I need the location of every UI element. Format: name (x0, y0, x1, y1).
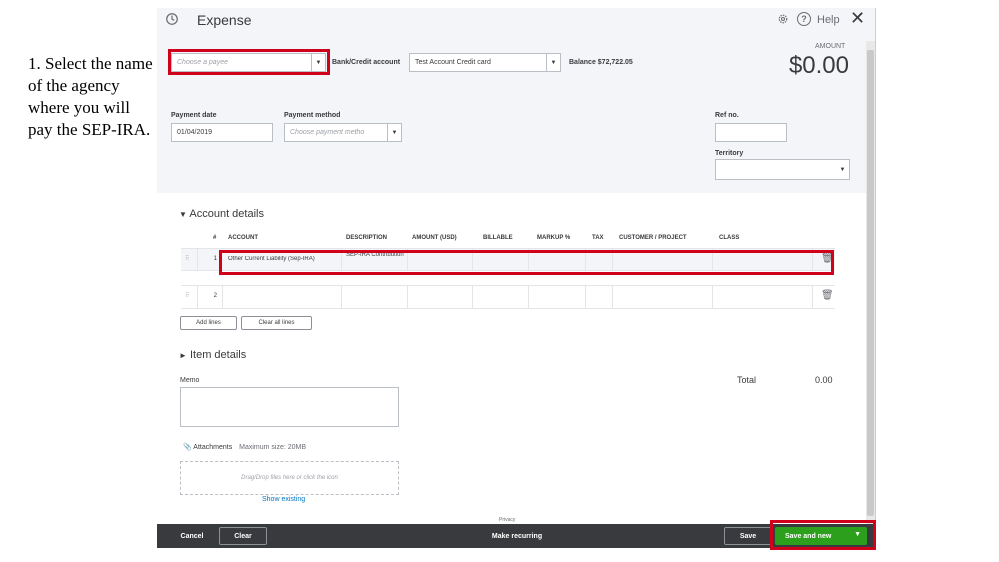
add-lines-button[interactable]: Add lines (180, 316, 237, 330)
ref-no-input[interactable] (715, 123, 787, 142)
trash-icon[interactable]: 🗑 (821, 290, 834, 301)
privacy-link[interactable]: Privacy (499, 517, 515, 523)
highlight-payee (168, 49, 330, 75)
payment-method-select[interactable]: Choose payment metho ▼ (284, 123, 402, 142)
chevron-down-icon[interactable]: ▼ (546, 54, 560, 71)
help-label[interactable]: Help (817, 14, 840, 26)
col-header-class: CLASS (719, 235, 740, 241)
col-header-account: ACCOUNT (228, 235, 258, 241)
account-details-title: Account details (189, 208, 264, 220)
dropzone-hint: Drag/Drop files here or click the icon (241, 475, 338, 481)
row-number: 2 (213, 293, 217, 299)
chevron-down-icon[interactable]: ▼ (387, 124, 401, 141)
highlight-row-1 (219, 250, 834, 275)
paperclip-icon[interactable]: 📎 (183, 444, 192, 451)
amount-label: AMOUNT (815, 43, 846, 50)
territory-label: Territory (715, 150, 744, 157)
chevron-down-icon[interactable]: ▼ (836, 160, 849, 179)
save-button[interactable]: Save (724, 527, 772, 545)
memo-textarea[interactable] (180, 387, 399, 427)
attachments-max-size: Maximum size: 20MB (239, 444, 307, 451)
col-header-amount: AMOUNT (USD) (412, 235, 457, 241)
bank-account-label: Bank/Credit account (332, 59, 401, 66)
col-header-description: DESCRIPTION (346, 235, 388, 241)
col-header-num: # (213, 235, 217, 241)
clear-button[interactable]: Clear (219, 527, 267, 545)
highlight-save-and-new (770, 520, 876, 550)
payment-date-value: 01/04/2019 (177, 129, 213, 136)
form-body: ▼ Account details # ACCOUNT DESCRIPTION … (157, 193, 866, 524)
caret-down-icon: ▼ (179, 210, 187, 219)
bank-account-value: Test Account Credit card (415, 59, 491, 66)
attachments-dropzone[interactable]: Drag/Drop files here or click the icon (180, 461, 399, 495)
payment-method-label: Payment method (284, 112, 341, 119)
payment-date-input[interactable]: 01/04/2019 (171, 123, 273, 142)
attachments-label: Attachments (193, 444, 233, 451)
clear-all-lines-button[interactable]: Clear all lines (241, 316, 312, 330)
total-label: Total (737, 375, 757, 385)
close-icon[interactable]: ✕ (850, 8, 865, 29)
bank-account-select[interactable]: Test Account Credit card ▼ (409, 53, 561, 72)
col-header-markup: MARKUP % (537, 235, 571, 241)
table-row[interactable]: ⠿ 2 🗑 (181, 285, 835, 309)
caret-right-icon: ► (179, 351, 187, 360)
show-existing-link[interactable]: Show existing (262, 496, 305, 503)
item-details-toggle[interactable]: ► Item details (179, 349, 246, 361)
footer-bar: Cancel Clear Make recurring Save Save an… (157, 524, 875, 548)
attachments-header: 📎 Attachments Maximum size: 20MB (183, 443, 306, 451)
col-header-tax: TAX (592, 235, 604, 241)
settings-gear-icon[interactable] (777, 13, 789, 25)
amount-value: $0.00 (788, 52, 849, 79)
balance-text: Balance $72,722.05 (569, 59, 633, 66)
memo-label: Memo (180, 377, 200, 384)
payment-method-placeholder: Choose payment metho (290, 129, 365, 136)
scrollbar-thumb[interactable] (867, 50, 874, 516)
recent-transactions-icon[interactable] (165, 12, 179, 26)
territory-select[interactable]: ▼ (715, 159, 850, 180)
expense-window: Expense ? Help ✕ AMOUNT $0.00 Choose a p… (157, 8, 876, 548)
make-recurring-button[interactable]: Make recurring (472, 527, 562, 545)
total-value: 0.00 (815, 375, 833, 385)
help-icon[interactable]: ? (797, 12, 811, 26)
item-details-title: Item details (189, 349, 247, 361)
col-header-billable: BILLABLE (483, 235, 513, 241)
ref-no-label: Ref no. (715, 112, 739, 119)
page-title: Expense (197, 12, 252, 28)
cancel-button[interactable]: Cancel (167, 527, 217, 545)
col-header-customer-project: CUSTOMER / PROJECT (619, 235, 687, 241)
step1-annotation: 1. Select the name of the agency where y… (28, 54, 153, 139)
row-number: 1 (213, 256, 217, 262)
account-details-toggle[interactable]: ▼ Account details (179, 208, 264, 220)
payment-date-label: Payment date (171, 112, 217, 119)
